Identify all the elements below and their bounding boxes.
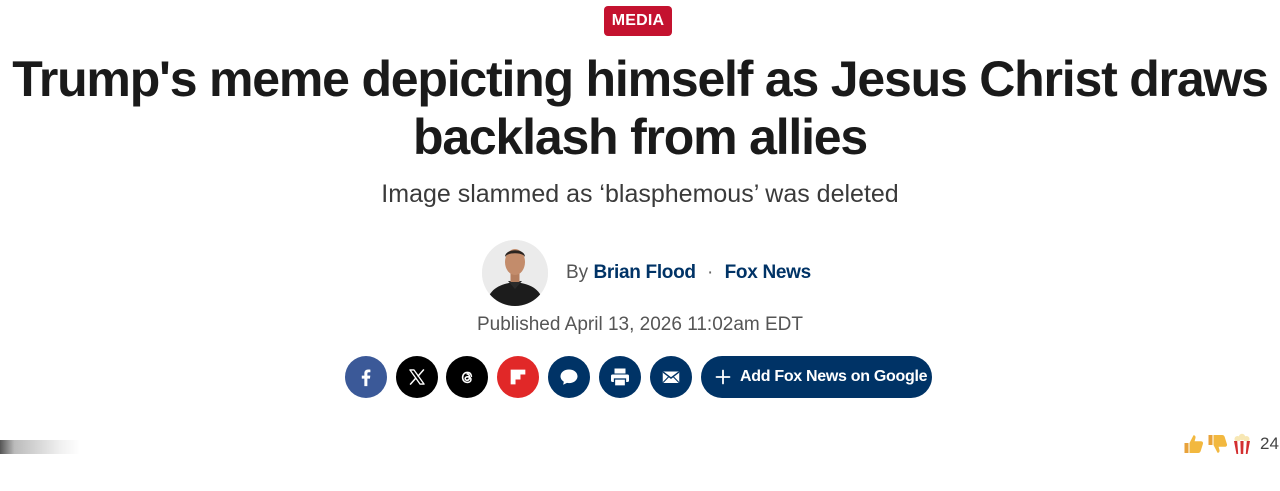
comments-button[interactable] <box>548 356 590 398</box>
article-header: MEDIA Trump's meme depicting himself as … <box>0 0 1280 491</box>
flipboard-share-button[interactable] <box>497 356 539 398</box>
print-button[interactable] <box>599 356 641 398</box>
author-link[interactable]: Brian Flood <box>593 262 696 283</box>
email-share-button[interactable] <box>650 356 692 398</box>
thumbs-up-icon[interactable] <box>1182 432 1206 456</box>
author-avatar[interactable] <box>482 240 548 306</box>
source-link[interactable]: Fox News <box>725 262 812 283</box>
print-icon <box>611 368 629 387</box>
email-icon <box>662 371 680 383</box>
reaction-count: 24 <box>1260 434 1279 453</box>
byline-separator: · <box>707 262 714 283</box>
flipboard-icon <box>510 369 526 385</box>
plus-icon <box>715 369 731 385</box>
threads-share-button[interactable] <box>446 356 488 398</box>
thumbs-down-icon[interactable] <box>1206 432 1230 456</box>
comment-icon <box>560 369 578 385</box>
add-fox-news-on-google-button[interactable]: Add Fox News on Google <box>701 356 932 398</box>
popcorn-icon[interactable] <box>1230 432 1254 456</box>
published-date: Published April 13, 2026 11:02am EDT <box>476 314 803 335</box>
threads-icon <box>461 371 473 384</box>
byline: By Brian Flood · Fox News <box>566 261 811 285</box>
reactions-bar: 24 <box>1182 430 1280 458</box>
category-badge[interactable]: MEDIA <box>604 6 672 36</box>
byline-prefix: By <box>566 262 589 283</box>
add-fox-news-on-google-label: Add Fox News on Google <box>740 368 928 385</box>
x-icon <box>409 369 425 385</box>
facebook-share-button[interactable] <box>345 356 387 398</box>
scroll-indicator <box>0 440 80 454</box>
headline: Trump's meme depicting himself as Jesus … <box>12 51 1269 165</box>
facebook-icon <box>361 369 371 387</box>
subheadline: Image slammed as ‘blasphemous’ was delet… <box>381 180 899 208</box>
x-share-button[interactable] <box>396 356 438 398</box>
